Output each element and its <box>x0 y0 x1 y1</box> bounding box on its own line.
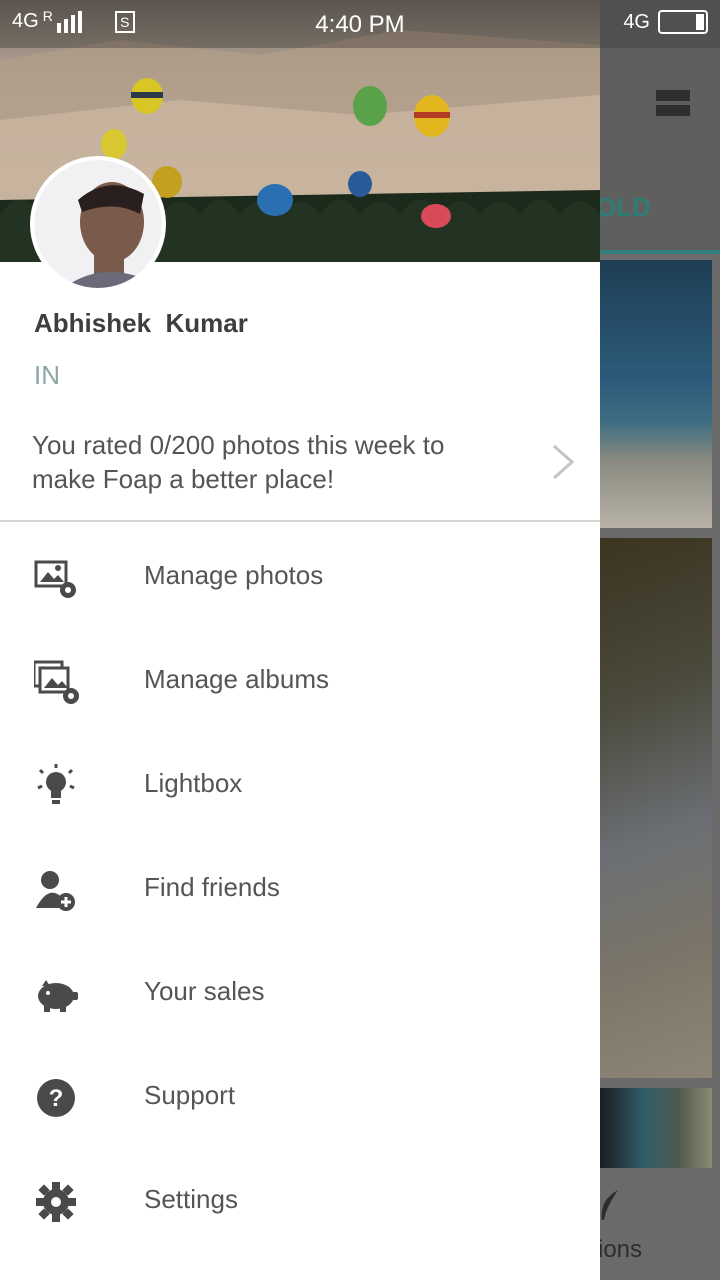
menu-item-lightbox[interactable]: Lightbox <box>0 732 600 836</box>
add-friend-icon <box>36 871 75 911</box>
background-photo-partial[interactable] <box>600 1088 712 1168</box>
menu-item-your-sales[interactable]: Your sales <box>0 940 600 1044</box>
divider <box>0 520 600 522</box>
avatar[interactable] <box>34 160 162 288</box>
menu-item-manage-albums[interactable]: Manage albums <box>0 628 600 732</box>
leaf-icon[interactable] <box>598 1190 620 1224</box>
background-bottom-label[interactable]: ions <box>598 1236 642 1264</box>
weekly-rating-message: You rated 0/200 photos this week to make… <box>32 430 445 494</box>
menu-item-label: Settings <box>144 1184 238 1214</box>
menu-item-manage-photos[interactable]: Manage photos <box>0 524 600 628</box>
battery-icon <box>658 10 708 34</box>
status-time: 4:40 PM <box>315 11 405 38</box>
profile-country: IN <box>34 360 60 390</box>
menu-item-label: Support <box>144 1080 236 1110</box>
menu-item-settings[interactable]: Settings <box>0 1148 600 1252</box>
weekly-rating-row[interactable]: You rated 0/200 photos this week to make… <box>0 424 600 522</box>
status-bar: 4G R S 4:40 PM 4G <box>0 0 720 48</box>
drawer-menu: Manage photos Manage albums Lightbox Fin… <box>0 524 600 1252</box>
menu-item-support[interactable]: ? Support <box>0 1044 600 1148</box>
help-icon: ? <box>37 1079 75 1117</box>
status-right: 4G <box>623 10 708 34</box>
view-toggle-icon[interactable] <box>656 90 690 116</box>
menu-item-label: Manage photos <box>144 560 324 590</box>
background-tab-label[interactable]: OLD <box>596 192 651 223</box>
menu-item-label: Find friends <box>144 872 280 902</box>
background-tab-indicator <box>600 250 720 254</box>
network-type-right: 4G <box>623 10 650 33</box>
manage-albums-icon <box>34 660 79 704</box>
menu-item-label: Manage albums <box>144 664 329 694</box>
gear-icon <box>36 1182 76 1222</box>
profile-name: Abhishek Kumar <box>34 308 248 338</box>
manage-photos-icon <box>34 560 76 598</box>
menu-item-label: Lightbox <box>144 768 243 798</box>
background-photo-palm[interactable] <box>600 538 712 1078</box>
menu-item-find-friends[interactable]: Find friends <box>0 836 600 940</box>
background-photo-beach[interactable] <box>600 260 712 528</box>
avatar-photo <box>34 160 162 288</box>
navigation-drawer: Abhishek Kumar IN You rated 0/200 photos… <box>0 0 600 1280</box>
piggy-bank-icon <box>38 980 78 1012</box>
lightbulb-icon <box>37 764 75 804</box>
menu-item-label: Your sales <box>144 976 265 1006</box>
chevron-right-icon <box>553 444 575 480</box>
svg-text:?: ? <box>49 1085 64 1112</box>
